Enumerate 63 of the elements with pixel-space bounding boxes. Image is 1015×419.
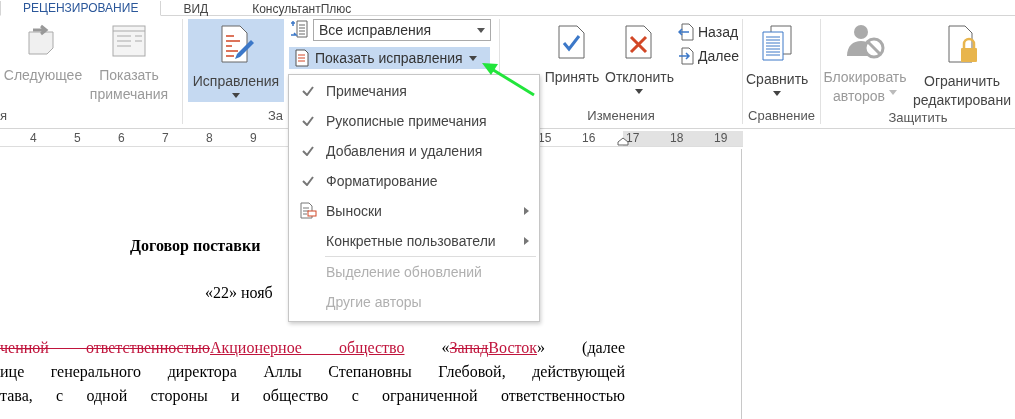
reject-button[interactable]: Отклонить: [602, 19, 677, 94]
caret-icon: [773, 91, 782, 96]
caret-icon: [232, 93, 240, 98]
show-markup-button[interactable]: Показать исправления: [289, 47, 490, 69]
track-changes-button[interactable]: Исправления: [188, 19, 284, 102]
menu-item[interactable]: Конкретные пользователи: [289, 226, 539, 256]
group-label: За: [268, 108, 284, 124]
document-title: Договор поставки: [130, 237, 261, 255]
next-change-button[interactable]: Далее: [677, 47, 739, 65]
checkmark-icon: [301, 146, 314, 156]
document-arrow-icon: [677, 47, 694, 65]
group-label: Сравнение: [748, 108, 815, 124]
document-arrow-icon: [677, 23, 694, 41]
submenu-arrow-icon: [524, 207, 529, 215]
caret-icon: [468, 55, 477, 61]
submenu-arrow-icon: [524, 237, 529, 245]
previous-change-button[interactable]: Назад: [677, 23, 739, 41]
group-label: Изменения: [587, 108, 655, 124]
menu-item[interactable]: Примечания: [289, 76, 539, 106]
caret-icon: [477, 27, 485, 33]
indent-marker-icon: [617, 137, 629, 146]
document-x-icon: [624, 24, 655, 60]
ruler-number: 17: [626, 131, 640, 145]
menu-item[interactable]: Рукописные примечания: [289, 106, 539, 136]
caret-icon: [888, 90, 897, 95]
menu-item[interactable]: Добавления и удаления: [289, 136, 539, 166]
markup-dropdown[interactable]: Все исправления: [313, 19, 491, 41]
comments-pane-icon: [111, 24, 147, 58]
ruler-number: 16: [582, 131, 596, 145]
checkmark-icon: [301, 176, 314, 186]
ruler-number: 19: [714, 131, 728, 145]
ribbon-tab[interactable]: РЕЦЕНЗИРОВАНИЕ: [0, 1, 162, 16]
ruler-number: 4: [30, 131, 37, 145]
ruler-number: 8: [206, 131, 213, 145]
ribbon-tab[interactable]: ВИД: [161, 2, 231, 16]
caret-icon: [635, 89, 644, 94]
checkmark-icon: [301, 116, 314, 126]
compare-button[interactable]: Сравнить: [743, 19, 812, 96]
paragraph-line: ченной ответственностьюАкционерное общество «ЗападВосток» (далее: [0, 338, 625, 359]
paragraph-line: тава, с одной стороны и общество с ограниченной ответственностью: [0, 386, 625, 407]
document-check-icon: [557, 24, 587, 60]
ribbon-tab[interactable]: КонсультантПлюс: [230, 2, 374, 16]
ruler-number: 5: [74, 131, 81, 145]
menu-item[interactable]: Выноски: [289, 196, 539, 226]
ruler-number: 18: [670, 131, 684, 145]
menu-item[interactable]: Форматирование: [289, 166, 539, 196]
ruler-number: 9: [250, 131, 257, 145]
paragraph-line: ице генерального директора Аллы Степановны Глебовой, действующей: [0, 362, 625, 383]
ruler-number: 7: [162, 131, 169, 145]
checkmark-icon: [301, 86, 314, 96]
markup-display-icon: [289, 19, 311, 41]
ruler-number: 6: [118, 131, 125, 145]
group-label: Защитить: [888, 110, 948, 126]
group-label: я: [0, 108, 8, 124]
document-icon: [295, 49, 309, 67]
person-prohibited-icon: [845, 24, 885, 60]
restrict-editing-button[interactable]: Ограничить редактировани: [910, 19, 1014, 110]
document-date: «22» нояб: [205, 284, 273, 302]
documents-icon: [761, 24, 794, 62]
document-pencil-icon: [218, 24, 254, 64]
balloon-icon: [298, 202, 317, 220]
accept-button[interactable]: Принять: [543, 19, 601, 87]
document-lock-icon: [945, 24, 979, 64]
